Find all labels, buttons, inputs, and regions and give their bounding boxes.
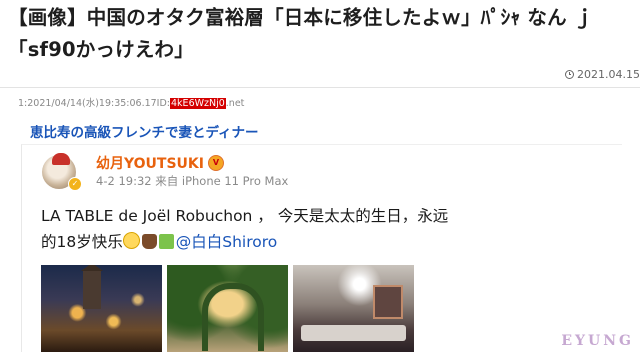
- garden-arch: [202, 283, 264, 351]
- garden-arch-photo[interactable]: [167, 265, 288, 352]
- avatar-hat: [52, 153, 70, 165]
- username-text[interactable]: 幼月YOUTSUKI: [96, 153, 204, 173]
- dining-table: [301, 325, 406, 341]
- divider: [0, 87, 640, 88]
- article-date: 2021.04.15: [577, 68, 640, 81]
- gift-emoji-icon: [158, 234, 174, 249]
- clock-icon: [565, 70, 575, 79]
- post-header-suffix: .net: [225, 98, 245, 109]
- article-title[interactable]: 【画像】中国のオタク富裕層「日本に移住したよｗ」ﾊﾟｼｬ なん ｊ「sf90かっ…: [8, 2, 634, 66]
- weibo-embed: ✓ 幼月YOUTSUKI V 4-2 19:32 来自 iPhone 11 Pr…: [21, 144, 622, 352]
- verified-badge-icon: ✓: [68, 177, 82, 191]
- dining-room-photo[interactable]: [293, 265, 414, 352]
- night-building-photo[interactable]: [41, 265, 162, 352]
- quote-link[interactable]: 恵比寿の高級フレンチで妻とディナー: [30, 121, 259, 141]
- mention-link[interactable]: @白白Shiroro: [176, 233, 278, 251]
- wall-art: [373, 285, 403, 319]
- smile-emoji-icon: [122, 232, 140, 249]
- post-text: LA TABLE de Joël Robuchon ， 今天是太太的生日，永远的…: [41, 203, 461, 255]
- watermark-logo: EYUNG: [561, 334, 634, 348]
- article-dateline: 2021.04.15: [565, 68, 640, 81]
- post-header: 1:2021/04/14(水)19:35:06.17ID:4kE6WzNj0.n…: [18, 95, 244, 109]
- watermark-bottom: EYUNG: [561, 333, 634, 349]
- photo-grid: [41, 265, 414, 352]
- weibo-username[interactable]: 幼月YOUTSUKI V: [96, 153, 224, 173]
- post-meta: 4-2 19:32 来自 iPhone 11 Pro Max: [96, 174, 289, 188]
- building-tower: [81, 265, 103, 309]
- post-header-prefix: 1:2021/04/14(水)19:35:06.17ID:: [18, 98, 171, 109]
- poster-id: 4kE6WzNj0: [170, 98, 226, 109]
- cake-emoji-icon: [141, 234, 157, 249]
- vip-badge-icon: V: [207, 155, 224, 171]
